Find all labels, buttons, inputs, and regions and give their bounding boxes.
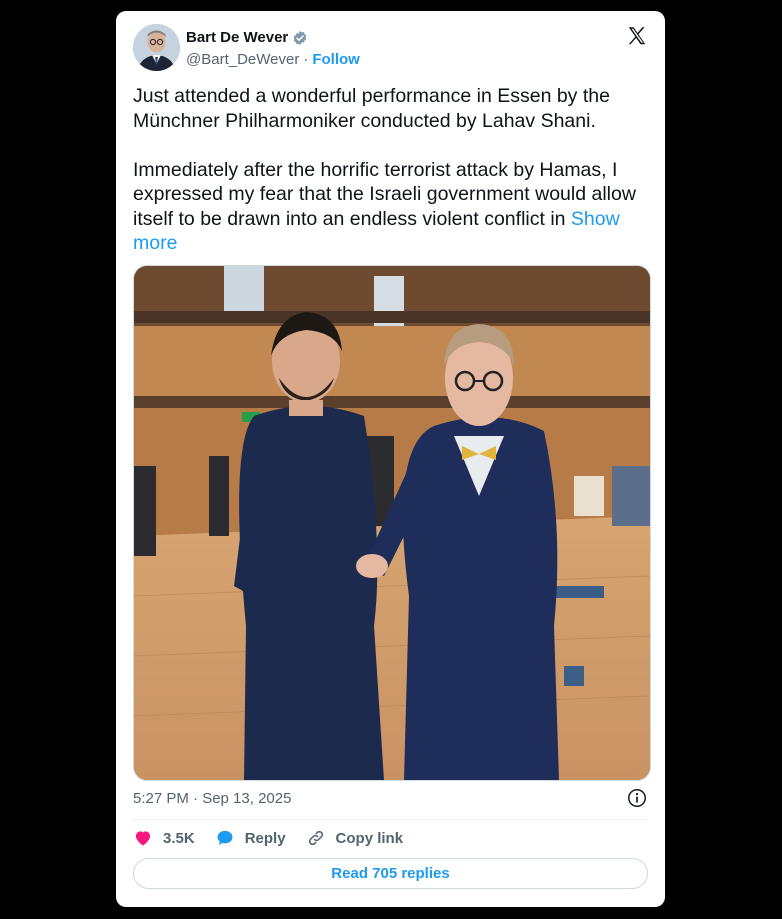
copy-link-label: Copy link — [335, 829, 404, 847]
link-icon — [308, 830, 323, 846]
separator-dot: · — [303, 51, 309, 68]
reply-label: Reply — [244, 829, 286, 847]
post-photo[interactable] — [133, 265, 651, 781]
avatar[interactable] — [133, 24, 180, 71]
verified-badge-icon — [293, 30, 307, 45]
post-paragraph-2: Immediately after the horrific terrorist… — [133, 158, 653, 256]
post-text: Just attended a wonderful performance in… — [133, 84, 653, 256]
action-bar: 3.5K Reply Copy link — [133, 828, 403, 848]
post-card: Bart De Wever @Bart_DeWever · Follow Jus… — [116, 11, 665, 907]
follow-button[interactable]: Follow — [312, 51, 360, 68]
reply-button[interactable]: Reply — [215, 828, 286, 848]
read-replies-button[interactable]: Read 705 replies — [133, 858, 648, 889]
post-paragraph-2-text: Immediately after the horrific terrorist… — [133, 158, 636, 230]
post-timestamp[interactable]: 5:27 PM · Sep 13, 2025 — [133, 790, 291, 807]
author-name[interactable]: Bart De Wever — [186, 29, 288, 46]
copy-link-button[interactable]: Copy link — [306, 828, 404, 848]
reply-bubble-icon — [217, 830, 233, 846]
like-button[interactable]: 3.5K — [133, 828, 195, 848]
heart-icon — [135, 831, 151, 846]
likes-count: 3.5K — [163, 829, 195, 847]
post-paragraph-1: Just attended a wonderful performance in… — [133, 85, 610, 132]
info-icon[interactable] — [626, 787, 648, 809]
author-handle-row: @Bart_DeWever · Follow — [186, 51, 360, 68]
divider — [133, 819, 648, 820]
author-name-row: Bart De Wever — [186, 29, 308, 46]
x-logo-icon[interactable] — [626, 25, 648, 47]
author-handle[interactable]: @Bart_DeWever — [186, 51, 299, 68]
